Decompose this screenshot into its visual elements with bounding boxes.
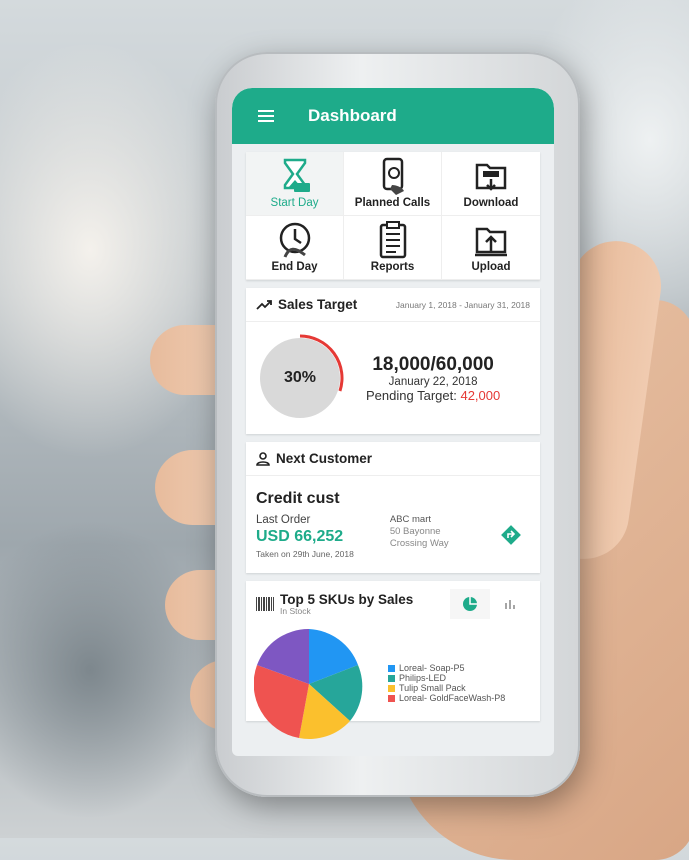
clock-icon: [279, 222, 310, 258]
legend-item: Loreal- Soap-P5: [388, 663, 505, 673]
next-customer-card[interactable]: Next Customer Credit cust Last Order USD…: [246, 442, 540, 573]
bar-chart-toggle[interactable]: [490, 589, 530, 619]
upload-icon: [475, 227, 507, 257]
tile-label: Reports: [370, 261, 415, 273]
customer-address: ABC mart 50 Bayonne Crossing Way: [389, 514, 449, 549]
tile-label: Download: [463, 197, 519, 209]
target-amount: 18,000/60,000: [372, 353, 494, 375]
tile-label: Start Day: [270, 197, 319, 209]
progress-donut: 30%: [256, 334, 344, 422]
bar-chart-icon: [505, 600, 515, 609]
barcode-icon: [256, 597, 274, 611]
tile-label: End Day: [271, 261, 318, 273]
phone-screen: Dashboard Start Day Planned Calls Downlo…: [232, 88, 554, 756]
pending-target: Pending Target: 42,000: [366, 387, 501, 403]
sales-target-card[interactable]: Sales Target January 1, 2018 - January 3…: [246, 288, 540, 434]
sales-target-header: Sales Target January 1, 2018 - January 3…: [246, 288, 540, 322]
top-skus-card[interactable]: Top 5 SKUs by Sales In Stock Loreal- Soa…: [246, 581, 540, 739]
section-title: Next Customer: [276, 451, 373, 466]
date-range: January 1, 2018 - January 31, 2018: [395, 299, 530, 310]
section-subtitle: In Stock: [280, 605, 311, 616]
phone-call-icon: [382, 157, 404, 195]
legend-item: Philips-LED: [388, 673, 505, 683]
sku-pie-chart: [254, 629, 363, 739]
pie-chart-icon: [463, 597, 477, 611]
next-customer-header: Next Customer: [246, 442, 540, 476]
section-title: Sales Target: [278, 297, 358, 312]
legend-item: Tulip Small Pack: [388, 683, 505, 693]
upload-button[interactable]: Upload: [442, 216, 540, 280]
pie-legend: Loreal- Soap-P5 Philips-LED Tulip Small …: [388, 663, 505, 715]
quick-actions-grid: Start Day Planned Calls Download End Day…: [246, 152, 540, 280]
end-day-button[interactable]: End Day: [246, 216, 344, 280]
pending-value: 42,000: [460, 387, 501, 403]
download-icon: [475, 163, 507, 191]
reports-button[interactable]: Reports: [344, 216, 442, 280]
section-title: Top 5 SKUs by Sales: [280, 591, 414, 607]
last-order-date: Taken on 29th June, 2018: [256, 549, 354, 559]
person-icon: [256, 451, 270, 466]
last-order-label: Last Order: [256, 514, 311, 526]
menu-icon[interactable]: [258, 107, 274, 125]
legend-item: Loreal- GoldFaceWash-P8: [388, 693, 505, 703]
target-date: January 22, 2018: [388, 375, 478, 388]
tile-label: Upload: [471, 261, 511, 273]
pie-chart-toggle[interactable]: [450, 589, 490, 619]
hourglass-icon: [283, 158, 310, 192]
planned-calls-button[interactable]: Planned Calls: [344, 152, 442, 216]
download-button[interactable]: Download: [442, 152, 540, 216]
start-day-button[interactable]: Start Day: [246, 152, 344, 216]
trending-up-icon: [256, 299, 272, 310]
last-order-amount: USD 66,252: [256, 528, 344, 545]
page-title: Dashboard: [308, 106, 397, 125]
directions-icon[interactable]: [500, 524, 522, 546]
customer-name: Credit cust: [256, 490, 340, 507]
app-bar: Dashboard: [232, 88, 554, 144]
chart-type-toggle: [450, 589, 530, 619]
progress-percent: 30%: [283, 369, 317, 386]
tile-label: Planned Calls: [354, 197, 431, 209]
report-icon: [379, 221, 406, 259]
